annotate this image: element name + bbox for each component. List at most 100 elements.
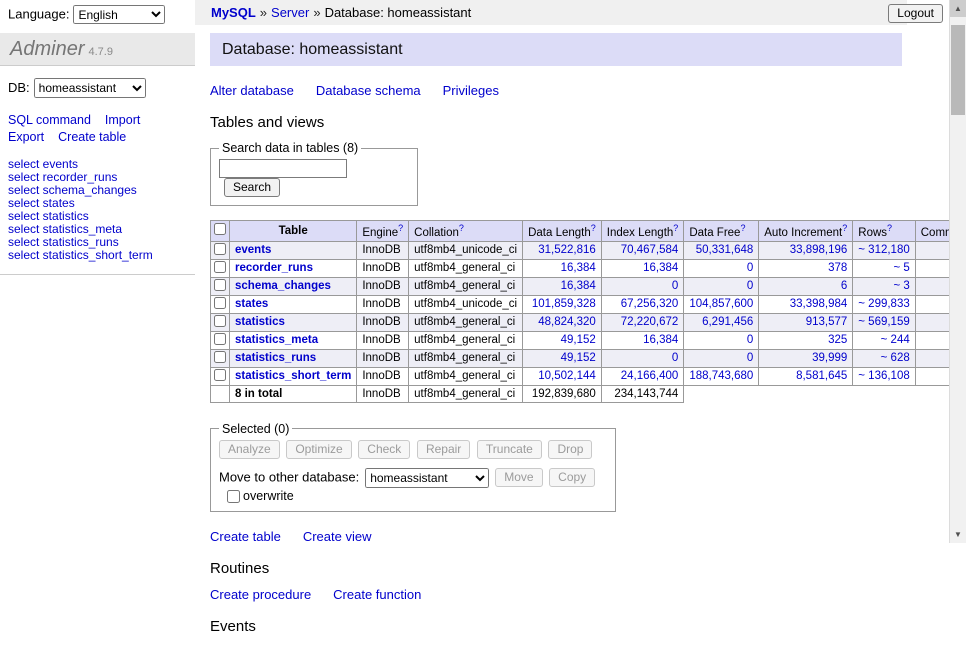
sidebar-item-select-statistics-runs[interactable]: select statistics_runs: [8, 236, 187, 249]
row-checkbox[interactable]: [214, 351, 226, 363]
index-length-link[interactable]: 67,256,320: [621, 298, 679, 310]
help-icon[interactable]: ?: [673, 223, 678, 233]
scroll-down-icon[interactable]: ▼: [950, 526, 966, 543]
import-link[interactable]: Import: [105, 113, 140, 127]
data-length-link[interactable]: 16,384: [561, 262, 596, 274]
row-checkbox[interactable]: [214, 279, 226, 291]
data-length-link[interactable]: 10,502,144: [538, 370, 596, 382]
table-link[interactable]: events: [235, 244, 271, 256]
row-checkbox[interactable]: [214, 243, 226, 255]
data-free-link[interactable]: 0: [747, 334, 753, 346]
check-button[interactable]: Check: [358, 440, 410, 459]
table-link[interactable]: statistics_short_term: [235, 370, 351, 382]
sidebar-item-select-recorder-runs[interactable]: select recorder_runs: [8, 171, 187, 184]
rows-count-link[interactable]: ~ 569,159: [858, 316, 909, 328]
data-length-link[interactable]: 31,522,816: [538, 244, 596, 256]
create-procedure-link[interactable]: Create procedure: [210, 587, 311, 602]
scrollbar-thumb[interactable]: [951, 25, 965, 115]
create-table-link-main[interactable]: Create table: [210, 529, 281, 544]
rows-count-link[interactable]: ~ 136,108: [858, 370, 909, 382]
data-length-link[interactable]: 16,384: [561, 280, 596, 292]
table-link[interactable]: statistics: [235, 316, 285, 328]
data-free-link[interactable]: 0: [747, 280, 753, 292]
help-icon[interactable]: ?: [459, 223, 464, 233]
table-link[interactable]: statistics_meta: [235, 334, 318, 346]
rows-count-link[interactable]: ~ 299,833: [858, 298, 909, 310]
optimize-button[interactable]: Optimize: [286, 440, 351, 459]
index-length-link[interactable]: 70,467,584: [621, 244, 679, 256]
rows-count-link[interactable]: ~ 312,180: [858, 244, 909, 256]
auto-increment-link[interactable]: 8,581,645: [796, 370, 847, 382]
data-length-link[interactable]: 49,152: [561, 352, 596, 364]
help-icon[interactable]: ?: [887, 223, 892, 233]
index-length-link[interactable]: 24,166,400: [621, 370, 679, 382]
table-link[interactable]: recorder_runs: [235, 262, 313, 274]
rows-count-link[interactable]: ~ 628: [881, 352, 910, 364]
row-checkbox[interactable]: [214, 261, 226, 273]
rows-count-link[interactable]: ~ 3: [893, 280, 909, 292]
data-free-link[interactable]: 188,743,680: [689, 370, 753, 382]
sidebar-item-select-states[interactable]: select states: [8, 197, 187, 210]
sidebar-item-select-events[interactable]: select events: [8, 158, 187, 171]
auto-increment-link[interactable]: 6: [841, 280, 847, 292]
help-icon[interactable]: ?: [591, 223, 596, 233]
drop-button[interactable]: Drop: [548, 440, 592, 459]
repair-button[interactable]: Repair: [417, 440, 470, 459]
data-free-link[interactable]: 50,331,648: [696, 244, 754, 256]
index-length-link[interactable]: 16,384: [643, 262, 678, 274]
export-link[interactable]: Export: [8, 130, 44, 144]
sidebar-item-select-statistics-meta[interactable]: select statistics_meta: [8, 223, 187, 236]
logout-button[interactable]: Logout: [888, 4, 943, 23]
index-length-link[interactable]: 16,384: [643, 334, 678, 346]
row-checkbox[interactable]: [214, 315, 226, 327]
data-length-link[interactable]: 101,859,328: [532, 298, 596, 310]
language-select[interactable]: English: [73, 5, 165, 24]
create-view-link[interactable]: Create view: [303, 529, 372, 544]
data-free-link[interactable]: 104,857,600: [689, 298, 753, 310]
auto-increment-link[interactable]: 33,398,984: [790, 298, 848, 310]
database-schema-link[interactable]: Database schema: [316, 83, 421, 98]
search-input[interactable]: [219, 159, 347, 178]
breadcrumb-mysql-link[interactable]: MySQL: [211, 5, 256, 20]
auto-increment-link[interactable]: 33,898,196: [790, 244, 848, 256]
truncate-button[interactable]: Truncate: [477, 440, 542, 459]
auto-increment-link[interactable]: 325: [828, 334, 847, 346]
row-checkbox[interactable]: [214, 333, 226, 345]
index-length-link[interactable]: 72,220,672: [621, 316, 679, 328]
copy-button[interactable]: Copy: [549, 468, 595, 487]
scroll-up-icon[interactable]: ▲: [950, 0, 966, 17]
overwrite-checkbox[interactable]: [227, 490, 240, 503]
table-link[interactable]: statistics_runs: [235, 352, 316, 364]
index-length-link[interactable]: 0: [672, 352, 678, 364]
sql-command-link[interactable]: SQL command: [8, 113, 91, 127]
data-length-link[interactable]: 49,152: [561, 334, 596, 346]
index-length-link[interactable]: 0: [672, 280, 678, 292]
move-db-select[interactable]: homeassistant: [365, 468, 489, 488]
auto-increment-link[interactable]: 39,999: [812, 352, 847, 364]
table-link[interactable]: schema_changes: [235, 280, 331, 292]
db-select[interactable]: homeassistant: [34, 78, 146, 98]
data-length-link[interactable]: 48,824,320: [538, 316, 596, 328]
auto-increment-link[interactable]: 378: [828, 262, 847, 274]
rows-count-link[interactable]: ~ 5: [893, 262, 909, 274]
create-table-link[interactable]: Create table: [58, 130, 126, 144]
search-button[interactable]: Search: [224, 178, 280, 197]
rows-count-link[interactable]: ~ 244: [881, 334, 910, 346]
breadcrumb-server-link[interactable]: Server: [271, 5, 309, 20]
analyze-button[interactable]: Analyze: [219, 440, 280, 459]
create-function-link[interactable]: Create function: [333, 587, 421, 602]
move-button[interactable]: Move: [495, 468, 542, 487]
data-free-link[interactable]: 0: [747, 262, 753, 274]
alter-database-link[interactable]: Alter database: [210, 83, 294, 98]
sidebar-item-select-statistics-short-term[interactable]: select statistics_short_term: [8, 249, 187, 262]
row-checkbox[interactable]: [214, 297, 226, 309]
help-icon[interactable]: ?: [740, 223, 745, 233]
vertical-scrollbar[interactable]: ▲ ▼: [949, 0, 966, 543]
data-free-link[interactable]: 0: [747, 352, 753, 364]
data-free-link[interactable]: 6,291,456: [702, 316, 753, 328]
select-all-checkbox[interactable]: [214, 223, 226, 235]
help-icon[interactable]: ?: [398, 223, 403, 233]
table-link[interactable]: states: [235, 298, 268, 310]
privileges-link[interactable]: Privileges: [443, 83, 499, 98]
auto-increment-link[interactable]: 913,577: [806, 316, 848, 328]
